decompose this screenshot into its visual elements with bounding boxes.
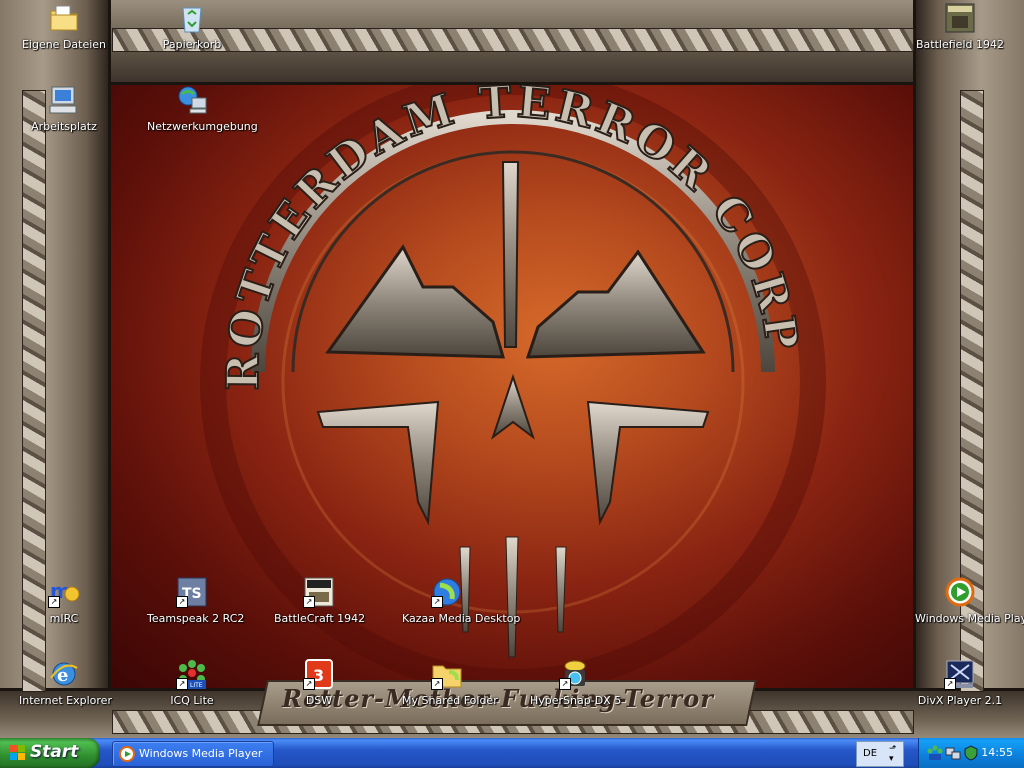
dsw-icon: 3 ↗ [303, 658, 335, 690]
desktop-icon-internet-explorer[interactable]: e Internet Explorer [19, 658, 112, 707]
desktop-icon-label: Kazaa Media Desktop [402, 612, 521, 625]
desktop-icon-label: Arbeitsplatz [31, 120, 97, 133]
recycle-bin-icon [176, 2, 208, 34]
desktop-icon-shared-folder[interactable]: ↗ My Shared Folder [402, 658, 498, 707]
desktop-icon-netzwerk[interactable]: Netzwerkumgebung [147, 84, 258, 133]
teamspeak-icon: TS ↗ [176, 576, 208, 608]
shortcut-arrow-icon: ↗ [431, 678, 443, 690]
taskbar-button-windows-media-player[interactable]: Windows Media Player [112, 741, 274, 767]
start-button[interactable]: Start [0, 738, 100, 768]
desktop-icon-kazaa[interactable]: ↗ Kazaa Media Desktop [402, 576, 521, 625]
mirc-icon: m ↗ [48, 576, 80, 608]
desktop-icon-label: Battlefield 1942 [916, 38, 1004, 51]
shortcut-arrow-icon: ↗ [559, 678, 571, 690]
media-player-icon [119, 746, 135, 762]
desktop-icon-label: BattleCraft 1942 [274, 612, 366, 625]
desktop-icon-teamspeak[interactable]: TS ↗ Teamspeak 2 RC2 [147, 576, 245, 625]
hypersnap-icon: ↗ [559, 658, 591, 690]
security-tray-icon[interactable] [963, 745, 979, 761]
my-computer-icon [48, 84, 80, 116]
desktop-icon-papierkorb[interactable]: Papierkorb [147, 2, 237, 51]
clock[interactable]: 14:55 [981, 746, 1013, 759]
desktop-icon-label: ICQ Lite [170, 694, 214, 707]
divx-icon: ↗ [944, 658, 976, 690]
system-tray: 14:55 [918, 738, 1024, 768]
shortcut-arrow-icon: ↗ [303, 596, 315, 608]
network-icon [176, 84, 208, 116]
internet-explorer-icon: e [48, 658, 80, 690]
desktop[interactable]: ROTTERDAM TERROR CORPS Rotter-Mother-Fuc… [0, 0, 1024, 738]
icq-tray-icon[interactable] [927, 745, 943, 761]
language-code: DE [863, 748, 878, 759]
start-label: Start [30, 742, 79, 762]
windows-logo-icon [10, 745, 25, 760]
desktop-icon-icq[interactable]: LITE ↗ ICQ Lite [147, 658, 237, 707]
folder-documents-icon [48, 2, 80, 34]
desktop-icon-divx[interactable]: ↗ DivX Player 2.1 [915, 658, 1005, 707]
desktop-icon-battlefield[interactable]: Battlefield 1942 [915, 2, 1005, 51]
battlecraft-icon: ↗ [303, 576, 335, 608]
icq-icon: LITE ↗ [176, 658, 208, 690]
desktop-icon-arbeitsplatz[interactable]: Arbeitsplatz [19, 84, 109, 133]
desktop-icon-label: Papierkorb [162, 38, 222, 51]
taskbar-button-label: Windows Media Player [139, 747, 263, 760]
shortcut-arrow-icon: ↗ [176, 678, 188, 690]
desktop-icon-label: Teamspeak 2 RC2 [147, 612, 245, 625]
battlefield-icon [944, 2, 976, 34]
desktop-icon-label: Eigene Dateien [21, 38, 107, 51]
svg-text:LITE: LITE [190, 682, 203, 689]
desktop-icon-label: HyperSnap-DX 5 [530, 694, 622, 707]
media-player-icon [944, 576, 976, 608]
shortcut-arrow-icon: ↗ [48, 596, 60, 608]
desktop-icon-mirc[interactable]: m ↗ mIRC [19, 576, 109, 625]
desktop-icon-label: Windows Media Player [915, 612, 1024, 625]
desktop-icon-label: My Shared Folder [402, 694, 498, 707]
desktop-icon-hypersnap[interactable]: ↗ HyperSnap-DX 5 [530, 658, 622, 707]
network-tray-icon[interactable] [945, 745, 961, 761]
desktop-icon-label: Netzwerkumgebung [147, 120, 258, 133]
shared-folder-icon: ↗ [431, 658, 463, 690]
shortcut-arrow-icon: ↗ [303, 678, 315, 690]
desktop-icon-battlecraft[interactable]: ↗ BattleCraft 1942 [274, 576, 366, 625]
desktop-icon-label: Internet Explorer [19, 694, 112, 707]
shortcut-arrow-icon: ↗ [944, 678, 956, 690]
taskbar: Start Windows Media Player DE ⬏ ▾ 14:55 [0, 738, 1024, 768]
desktop-icon-windows-media-player[interactable]: Windows Media Player [915, 576, 1024, 625]
desktop-icon-label: DSW [305, 694, 333, 707]
kazaa-icon: ↗ [431, 576, 463, 608]
desktop-icon-label: DivX Player 2.1 [917, 694, 1003, 707]
shortcut-arrow-icon: ↗ [431, 596, 443, 608]
language-bar[interactable]: DE ⬏ ▾ [856, 741, 904, 767]
desktop-icon-eigene-dateien[interactable]: Eigene Dateien [19, 2, 109, 51]
desktop-icon-dsw[interactable]: 3 ↗ DSW [274, 658, 364, 707]
desktop-icon-label: mIRC [49, 612, 79, 625]
shortcut-arrow-icon: ↗ [176, 596, 188, 608]
language-options-icon[interactable]: ⬏ ▾ [889, 744, 897, 764]
